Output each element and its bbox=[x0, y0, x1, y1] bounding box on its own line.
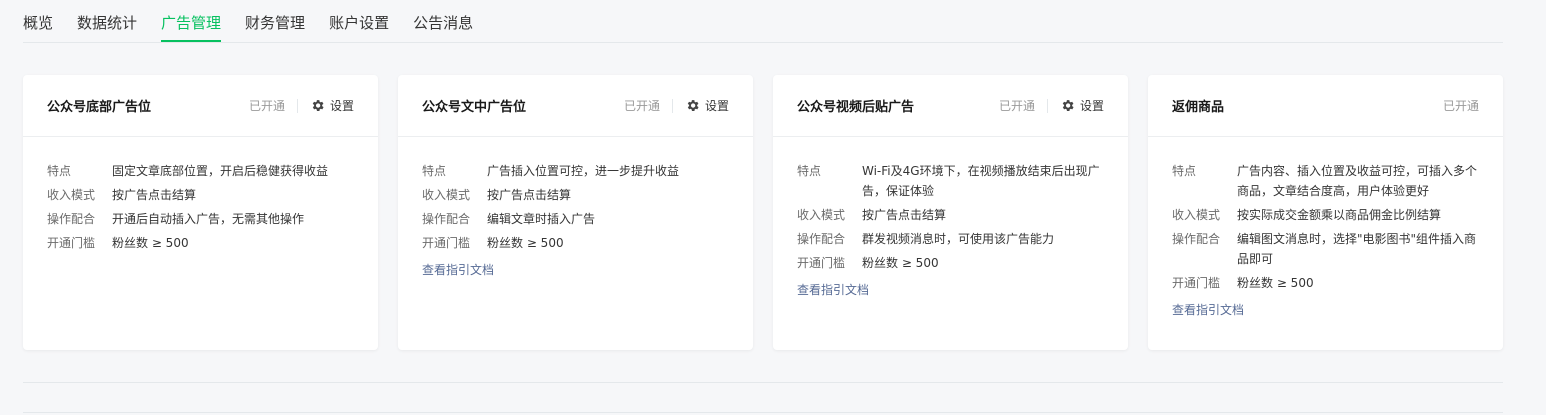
divider bbox=[296, 98, 298, 113]
card-body: 特点 固定文章底部位置，开启后稳健获得收益 收入模式 按广告点击结算 操作配合 开通后… bbox=[23, 137, 378, 253]
card-header: 公众号文中广告位 已开通 设置 bbox=[398, 75, 753, 137]
settings-label: 设置 bbox=[704, 99, 729, 113]
settings-button[interactable]: 设置 bbox=[310, 97, 354, 114]
tab-announcements[interactable]: 公告消息 bbox=[413, 0, 473, 42]
guide-doc-link[interactable]: 查看指引文档 bbox=[797, 281, 1104, 298]
card-header: 公众号底部广告位 已开通 设置 bbox=[23, 75, 378, 137]
divider bbox=[671, 98, 673, 113]
card-title: 公众号文中广告位 bbox=[422, 100, 527, 115]
threshold-row: 开通门槛 粉丝数 ≥ 500 bbox=[1172, 273, 1479, 293]
feature-row: 特点 Wi-Fi及4G环境下，在视频播放结束后出现广告，保证体验 bbox=[797, 161, 1104, 201]
row-value: 群发视频消息时，可使用该广告能力 bbox=[862, 232, 1055, 246]
ad-card-video-post-roll: 公众号视频后贴广告 已开通 设置 特点 Wi-Fi及4G环境下，在视频播放结束后出… bbox=[773, 75, 1128, 350]
operation-row: 操作配合 编辑文章时插入广告 bbox=[422, 209, 729, 229]
row-key: 收入模式 bbox=[47, 188, 96, 202]
card-header: 公众号视频后贴广告 已开通 设置 bbox=[773, 75, 1128, 137]
row-key: 操作配合 bbox=[1172, 232, 1221, 246]
divider bbox=[1046, 98, 1048, 113]
row-value: 固定文章底部位置，开启后稳健获得收益 bbox=[112, 164, 329, 178]
row-key: 开通门槛 bbox=[797, 256, 846, 270]
settings-button[interactable]: 设置 bbox=[685, 97, 729, 114]
top-nav-tabs: 概览 数据统计 广告管理 财务管理 账户设置 公告消息 bbox=[23, 0, 1503, 43]
guide-doc-link[interactable]: 查看指引文档 bbox=[422, 261, 729, 278]
card-title: 公众号视频后贴广告 bbox=[797, 100, 915, 115]
row-value: 按广告点击结算 bbox=[112, 188, 197, 202]
settings-button[interactable]: 设置 bbox=[1060, 97, 1104, 114]
row-key: 操作配合 bbox=[47, 212, 96, 226]
row-value: 按实际成交金额乘以商品佣金比例结算 bbox=[1237, 208, 1442, 222]
card-body: 特点 Wi-Fi及4G环境下，在视频播放结束后出现广告，保证体验 收入模式 按广告点… bbox=[773, 137, 1128, 298]
feature-row: 特点 固定文章底部位置，开启后稳健获得收益 bbox=[47, 161, 354, 181]
row-key: 操作配合 bbox=[422, 212, 471, 226]
income-mode-row: 收入模式 按实际成交金额乘以商品佣金比例结算 bbox=[1172, 205, 1479, 225]
threshold-row: 开通门槛 粉丝数 ≥ 500 bbox=[422, 233, 729, 253]
card-body: 特点 广告插入位置可控，进一步提升收益 收入模式 按广告点击结算 操作配合 编辑文章时… bbox=[398, 137, 753, 278]
settings-label: 设置 bbox=[1079, 99, 1104, 113]
row-value: 粉丝数 ≥ 500 bbox=[862, 256, 939, 270]
ad-cards: 公众号底部广告位 已开通 设置 特点 固定文章底部位置，开启后稳健获得收益 收入模… bbox=[23, 75, 1503, 350]
row-value: 广告插入位置可控，进一步提升收益 bbox=[487, 164, 680, 178]
row-key: 操作配合 bbox=[797, 232, 846, 246]
row-value: 按广告点击结算 bbox=[862, 208, 947, 222]
row-value: 粉丝数 ≥ 500 bbox=[112, 236, 189, 250]
card-title: 公众号底部广告位 bbox=[47, 100, 152, 115]
row-value: 开通后自动插入广告，无需其他操作 bbox=[112, 212, 305, 226]
card-body: 特点 广告内容、插入位置及收益可控，可插入多个商品，文章结合度高，用户体验更好 收… bbox=[1148, 137, 1503, 318]
card-title: 返佣商品 bbox=[1172, 100, 1225, 115]
tab-finance-management[interactable]: 财务管理 bbox=[245, 0, 305, 42]
feature-row: 特点 广告插入位置可控，进一步提升收益 bbox=[422, 161, 729, 181]
operation-row: 操作配合 群发视频消息时，可使用该广告能力 bbox=[797, 229, 1104, 249]
row-value: 编辑文章时插入广告 bbox=[487, 212, 596, 226]
operation-row: 操作配合 编辑图文消息时，选择"电影图书"组件插入商品即可 bbox=[1172, 229, 1479, 269]
settings-label: 设置 bbox=[329, 99, 354, 113]
income-mode-row: 收入模式 按广告点击结算 bbox=[47, 185, 354, 205]
gear-icon bbox=[687, 100, 699, 111]
section-divider bbox=[23, 382, 1503, 383]
row-key: 特点 bbox=[797, 164, 822, 178]
gear-icon bbox=[312, 100, 324, 111]
row-key: 收入模式 bbox=[422, 188, 471, 202]
row-key: 特点 bbox=[422, 164, 447, 178]
row-value: 广告内容、插入位置及收益可控，可插入多个商品，文章结合度高，用户体验更好 bbox=[1237, 164, 1478, 198]
threshold-row: 开通门槛 粉丝数 ≥ 500 bbox=[797, 253, 1104, 273]
tab-account-settings[interactable]: 账户设置 bbox=[329, 0, 389, 42]
status-badge: 已开通 bbox=[623, 99, 660, 113]
threshold-row: 开通门槛 粉丝数 ≥ 500 bbox=[47, 233, 354, 253]
status-badge: 已开通 bbox=[998, 99, 1035, 113]
tab-data-statistics[interactable]: 数据统计 bbox=[77, 0, 137, 42]
ad-card-rebate-products: 返佣商品 已开通 特点 广告内容、插入位置及收益可控，可插入多个商品，文章结合度高… bbox=[1148, 75, 1503, 350]
ad-card-in-article: 公众号文中广告位 已开通 设置 特点 广告插入位置可控，进一步提升收益 收入模式 按… bbox=[398, 75, 753, 350]
card-header: 返佣商品 已开通 bbox=[1148, 75, 1503, 137]
status-badge: 已开通 bbox=[248, 99, 285, 113]
tab-ad-management[interactable]: 广告管理 bbox=[161, 0, 222, 42]
income-mode-row: 收入模式 按广告点击结算 bbox=[422, 185, 729, 205]
row-value: 编辑图文消息时，选择"电影图书"组件插入商品即可 bbox=[1237, 232, 1477, 266]
row-value: 粉丝数 ≥ 500 bbox=[1237, 276, 1314, 290]
row-key: 特点 bbox=[1172, 164, 1197, 178]
row-key: 开通门槛 bbox=[422, 236, 471, 250]
status-badge: 已开通 bbox=[1442, 99, 1479, 113]
ad-card-bottom: 公众号底部广告位 已开通 设置 特点 固定文章底部位置，开启后稳健获得收益 收入模… bbox=[23, 75, 378, 350]
row-key: 收入模式 bbox=[1172, 208, 1221, 222]
row-key: 特点 bbox=[47, 164, 72, 178]
gear-icon bbox=[1062, 100, 1074, 111]
feature-row: 特点 广告内容、插入位置及收益可控，可插入多个商品，文章结合度高，用户体验更好 bbox=[1172, 161, 1479, 201]
row-value: Wi-Fi及4G环境下，在视频播放结束后出现广告，保证体验 bbox=[862, 164, 1100, 198]
row-value: 粉丝数 ≥ 500 bbox=[487, 236, 564, 250]
row-value: 按广告点击结算 bbox=[487, 188, 572, 202]
row-key: 开通门槛 bbox=[1172, 276, 1221, 290]
row-key: 收入模式 bbox=[797, 208, 846, 222]
row-key: 开通门槛 bbox=[47, 236, 96, 250]
income-mode-row: 收入模式 按广告点击结算 bbox=[797, 205, 1104, 225]
tab-overview[interactable]: 概览 bbox=[23, 0, 53, 42]
operation-row: 操作配合 开通后自动插入广告，无需其他操作 bbox=[47, 209, 354, 229]
guide-doc-link[interactable]: 查看指引文档 bbox=[1172, 301, 1479, 318]
section-divider bbox=[23, 412, 1503, 413]
